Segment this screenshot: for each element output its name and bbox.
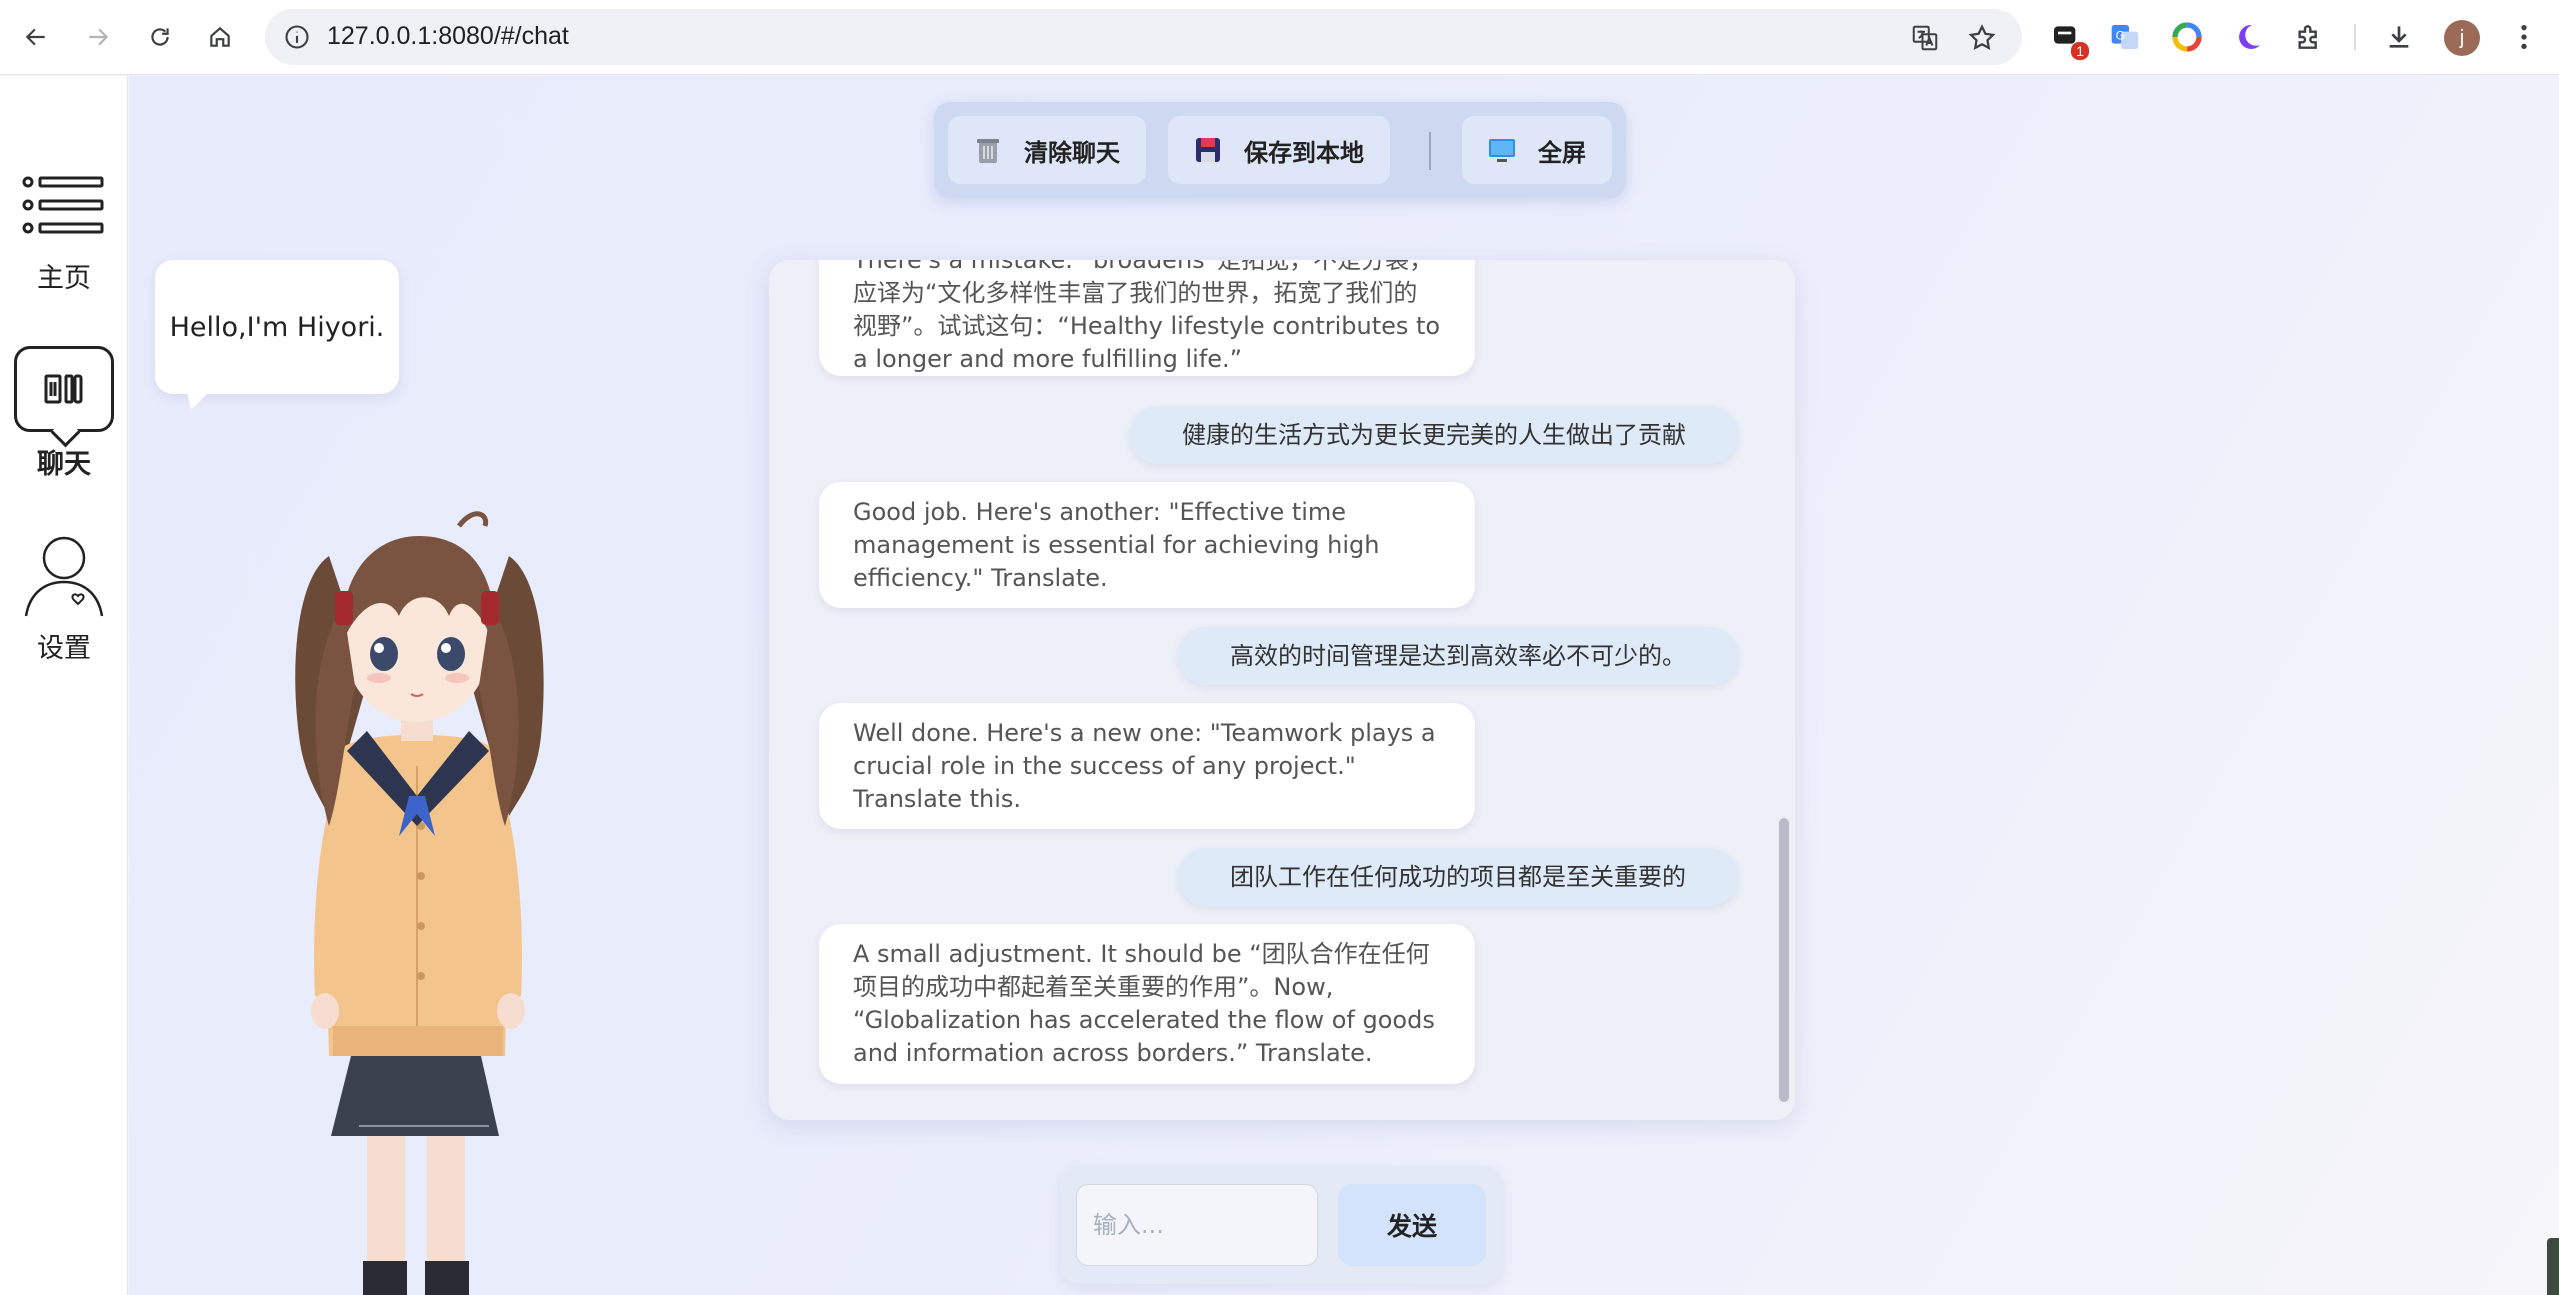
user-message-text: 健康的生活方式为更长更完美的人生做出了贡献 (1182, 420, 1686, 449)
message-input[interactable] (1076, 1184, 1318, 1266)
save-disk-icon (1196, 138, 1220, 162)
fullscreen-button[interactable]: 全屏 (1462, 116, 1612, 184)
bot-message: Well done. Here's a new one: "Teamwork p… (819, 703, 1475, 829)
sidebar-item-label: 聊天 (37, 449, 91, 480)
browser-toolbar: 127.0.0.1:8080/#/chat 1 G j (0, 0, 2559, 75)
sidebar: 主页 聊天 设置 (0, 76, 128, 1295)
bot-message-text: Well done. Here's a new one: "Teamwork p… (853, 719, 1436, 813)
toolbar-divider (2354, 24, 2356, 50)
back-icon[interactable] (16, 17, 56, 57)
site-info-icon[interactable] (283, 23, 311, 51)
extensions-puzzle-icon[interactable] (2290, 18, 2328, 56)
toolbar-divider (1429, 132, 1431, 170)
save-local-button[interactable]: 保存到本地 (1168, 116, 1390, 184)
speech-bubble-text: Hello,I'm Hiyori. (169, 311, 385, 343)
sidebar-item-chat[interactable]: 聊天 (10, 346, 118, 506)
bot-message: A small adjustment. It should be “团队合作在任… (819, 924, 1475, 1084)
fullscreen-label: 全屏 (1538, 138, 1586, 167)
bot-message: There's a mistake. “broadens”是拓宽，不是分裂，应译… (819, 260, 1475, 376)
send-button[interactable]: 发送 (1338, 1184, 1486, 1266)
save-local-label: 保存到本地 (1244, 138, 1364, 167)
extension-chat-icon[interactable]: 1 (2047, 18, 2089, 60)
chat-messages-panel[interactable]: There's a mistake. “broadens”是拓宽，不是分裂，应译… (769, 260, 1795, 1120)
color-wheel-extension-icon[interactable] (2168, 18, 2206, 56)
address-bar[interactable]: 127.0.0.1:8080/#/chat (265, 9, 2022, 65)
user-message: 高效的时间管理是达到高效率必不可少的。 (1178, 627, 1738, 685)
chat-input-bar: 发送 (1060, 1166, 1502, 1284)
main-area: 清除聊天 保存到本地 全屏 Hello,I'm Hiyori. There's … (129, 76, 2559, 1295)
speech-bubble: Hello,I'm Hiyori. (155, 260, 399, 410)
bot-message-text: Good job. Here's another: "Effective tim… (853, 498, 1380, 592)
home-icon[interactable] (200, 17, 240, 57)
user-message: 健康的生活方式为更长更完美的人生做出了贡献 (1130, 406, 1738, 464)
more-menu-icon[interactable] (2505, 18, 2543, 56)
monitor-icon (1489, 139, 1515, 162)
chat-scrollbar[interactable] (1779, 818, 1789, 1102)
clear-chat-button[interactable]: 清除聊天 (948, 116, 1146, 184)
dark-mode-moon-icon[interactable] (2229, 18, 2267, 56)
bot-message: Good job. Here's another: "Effective tim… (819, 482, 1475, 608)
chat-toolbar: 清除聊天 保存到本地 全屏 (934, 102, 1626, 198)
forward-icon[interactable] (78, 17, 118, 57)
google-translate-extension-icon[interactable]: G (2106, 18, 2144, 56)
user-message-text: 高效的时间管理是达到高效率必不可少的。 (1230, 641, 1686, 670)
sidebar-item-label: 主页 (37, 263, 91, 294)
bot-message-text: A small adjustment. It should be “团队合作在任… (853, 940, 1435, 1067)
chat-icon (14, 346, 114, 432)
bookmark-star-icon[interactable] (1967, 23, 1997, 53)
floating-edge-widget[interactable] (2547, 1238, 2559, 1295)
url-text: 127.0.0.1:8080/#/chat (327, 22, 569, 50)
translate-page-icon[interactable] (1910, 23, 1940, 53)
profile-avatar[interactable]: j (2444, 20, 2480, 56)
reload-icon[interactable] (140, 17, 180, 57)
user-message: 团队工作在任何成功的项目都是至关重要的 (1178, 848, 1738, 906)
download-icon[interactable] (2380, 18, 2418, 56)
send-button-label: 发送 (1386, 1212, 1437, 1241)
bot-message-text: There's a mistake. “broadens”是拓宽，不是分裂，应译… (853, 260, 1441, 373)
list-icon (19, 166, 109, 246)
user-message-text: 团队工作在任何成功的项目都是至关重要的 (1230, 862, 1686, 891)
svg-text:G: G (2116, 29, 2125, 43)
sidebar-item-settings[interactable]: 设置 (10, 536, 118, 696)
sidebar-item-label: 设置 (37, 633, 91, 664)
trash-icon (977, 139, 999, 163)
hiyori-character-illustration (295, 511, 544, 1295)
user-icon (19, 536, 109, 617)
clear-chat-label: 清除聊天 (1024, 138, 1120, 167)
sidebar-item-home[interactable]: 主页 (10, 166, 118, 326)
extension-badge: 1 (2071, 42, 2089, 60)
